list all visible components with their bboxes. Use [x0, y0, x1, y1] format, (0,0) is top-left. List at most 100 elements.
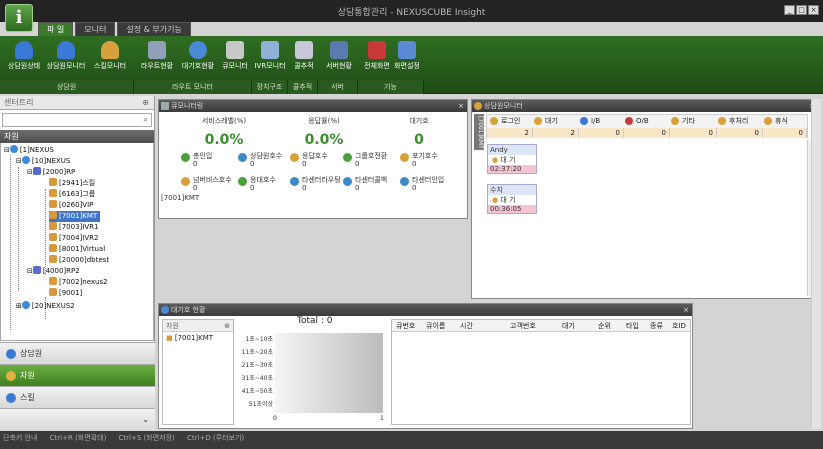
main-scrollbar[interactable]	[811, 99, 821, 429]
chevron-down-icon[interactable]: ⌄	[142, 415, 149, 424]
column-header[interactable]: 큐이름	[426, 321, 445, 331]
panel-title: 큐모니터링 ×	[159, 100, 467, 112]
tree-search-input[interactable]: ⌕	[2, 113, 152, 127]
ribbon-group-trace: 콜추적	[288, 80, 318, 94]
agent-card[interactable]: Andy ● 대 기 02:37:20	[487, 144, 537, 174]
column-header[interactable]: 대기	[562, 321, 575, 331]
tree-node[interactable]: [20000]dbtest	[49, 255, 109, 266]
tree-node[interactable]: ⊟ [1]NEXUS	[4, 145, 54, 156]
queue-icon	[49, 200, 57, 208]
skill-icon	[6, 393, 16, 403]
agent-status-button[interactable]: 상담원상태	[4, 39, 44, 81]
state-break[interactable]: 휴식	[763, 115, 788, 127]
center-icon	[9, 145, 18, 153]
minimize-button[interactable]: _	[784, 5, 795, 15]
tree-node[interactable]: ⊟ [4000]RP2	[27, 266, 80, 277]
metric-icon	[181, 153, 190, 162]
metric-icon	[400, 153, 409, 162]
agent-monitor-button[interactable]: 상담원모니터	[45, 39, 87, 81]
state-login[interactable]: 로그인	[489, 115, 520, 127]
metric-total-inbound: 총인입 0	[181, 152, 212, 168]
nav-skill[interactable]: 스킬	[0, 386, 155, 408]
tree-node[interactable]: [7004]IVR2	[49, 233, 98, 244]
waiting-calls-panel: 대기호 현황 × 자원 ⊕ ■ [7001]KMT Total : 0 1초~10초…	[158, 303, 693, 429]
tree-node[interactable]: [6163]그룹	[49, 189, 95, 200]
screen-settings-button[interactable]: 화면설정	[393, 39, 421, 81]
column-header[interactable]: 호ID	[672, 321, 686, 331]
pin-icon[interactable]: ⊕	[224, 320, 230, 332]
metric-other-center-callback: 타센터콜백 0	[343, 176, 387, 192]
agent-card[interactable]: 수지 ● 대 기 00:36:05	[487, 184, 537, 214]
expand-icon[interactable]: ⊞	[16, 302, 22, 310]
close-icon[interactable]: ×	[683, 304, 689, 316]
column-header[interactable]: 순위	[598, 321, 611, 331]
tree-node[interactable]: ⊟ [2000]RP	[27, 167, 75, 178]
agent-icon	[764, 117, 772, 125]
chart-y-labels: 1초~10초 11초~20초 21초~30초 31초~40초 41초~50초 5…	[237, 333, 273, 411]
column-header[interactable]: 타입	[626, 321, 639, 331]
pin-icon[interactable]: ⊕	[142, 96, 149, 110]
bucket-label: 11초~20초	[241, 349, 273, 356]
search-icon[interactable]: ⌕	[144, 115, 148, 125]
tree-node[interactable]: ⊞ [20]NEXUS2	[16, 301, 75, 312]
app-logo-icon[interactable]: i	[5, 4, 33, 32]
panel-icon	[474, 102, 482, 110]
state-other[interactable]: 기타	[670, 115, 695, 127]
state-inbound[interactable]: I/B	[579, 115, 600, 127]
column-header[interactable]: 고객번호	[510, 321, 536, 331]
close-icon[interactable]: ×	[458, 100, 464, 112]
waiting-calls-button[interactable]: 대기호현황	[178, 39, 218, 81]
count-break: 0	[763, 128, 807, 138]
arrow-right-icon	[580, 117, 588, 125]
center-tree-header: 센터트리 ⊕	[0, 96, 154, 110]
call-trace-button[interactable]: 콜추적	[290, 39, 318, 81]
count-inbound: 0	[579, 128, 624, 138]
fullscreen-button[interactable]: 전체화면	[361, 39, 393, 81]
shortcut-save: Ctrl+S (화면저장)	[118, 434, 175, 442]
close-button[interactable]: ×	[808, 5, 819, 15]
collapse-icon[interactable]: ⊟	[27, 267, 33, 275]
list-item[interactable]: ■ [7001]KMT	[163, 332, 233, 344]
nav-agent[interactable]: 상담원	[0, 342, 155, 364]
agent-monitor-panel: 상담원모니터× [7001]KMT 로그인 대기 I/B O/B 기타 후처리 …	[471, 99, 819, 299]
collapse-icon[interactable]: ⊟	[27, 168, 33, 176]
column-header[interactable]: 큐번호	[396, 321, 415, 331]
tree-node[interactable]: [9001]	[49, 288, 82, 299]
column-header[interactable]: 시간	[460, 321, 473, 331]
server-status-button[interactable]: 서버현황	[321, 39, 357, 81]
tree-node-selected[interactable]: [7001]KMT	[49, 211, 101, 222]
maximize-button[interactable]: □	[796, 5, 807, 15]
tab-file[interactable]: 파 일	[38, 22, 74, 36]
tree-node[interactable]: [8001]Virtual	[49, 244, 105, 255]
tree-node[interactable]: [7003]IVR1	[49, 222, 98, 233]
collapse-icon[interactable]: ⊟	[16, 157, 22, 165]
tree-node[interactable]: ⊟ [10]NEXUS	[16, 156, 70, 167]
tab-settings[interactable]: 설정 & 부가기능	[117, 22, 191, 36]
queue-icon	[226, 41, 244, 59]
tree-node[interactable]: [0260]VIP	[49, 200, 93, 211]
state-after-call[interactable]: 후처리	[717, 115, 748, 127]
queue-icon	[49, 277, 57, 285]
tree-node[interactable]: [2941]스킬	[49, 178, 95, 189]
queue-icon	[49, 211, 57, 219]
agent-state: ● 대 기	[492, 196, 516, 204]
column-header[interactable]: 종류	[650, 321, 663, 331]
left-panel: 센터트리 ⊕ ⌕ 자원 ⊟ [1]NEXUS ⊟ [10]NEXUS ⊟ [2000]…	[0, 96, 155, 431]
state-outbound[interactable]: O/B	[624, 115, 649, 127]
bucket-label: 21초~30초	[241, 362, 273, 369]
queue-monitor-button[interactable]: 큐모니터	[218, 39, 252, 81]
state-ready[interactable]: 대기	[533, 115, 558, 127]
route-status-button[interactable]: 라우트현황	[137, 39, 177, 81]
ivr-monitor-button[interactable]: IVR모니터	[254, 39, 286, 81]
nav-resource[interactable]: 자원	[0, 364, 155, 386]
tree-node[interactable]: [7002]nexus2	[49, 277, 108, 288]
nav-more[interactable]: ⌄	[0, 408, 155, 431]
agent-icon	[490, 117, 498, 125]
bucket-label: 41초~50초	[241, 388, 273, 395]
ribbon-group-server: 서버	[318, 80, 358, 94]
collapse-icon[interactable]: ⊟	[4, 146, 10, 154]
metric-other-center-routing: 타센터라우팅 0	[290, 176, 341, 192]
chart-total: Total : 0	[297, 316, 333, 326]
tab-monitor[interactable]: 모니터	[75, 22, 116, 36]
skill-monitor-button[interactable]: 스킬모니터	[90, 39, 130, 81]
